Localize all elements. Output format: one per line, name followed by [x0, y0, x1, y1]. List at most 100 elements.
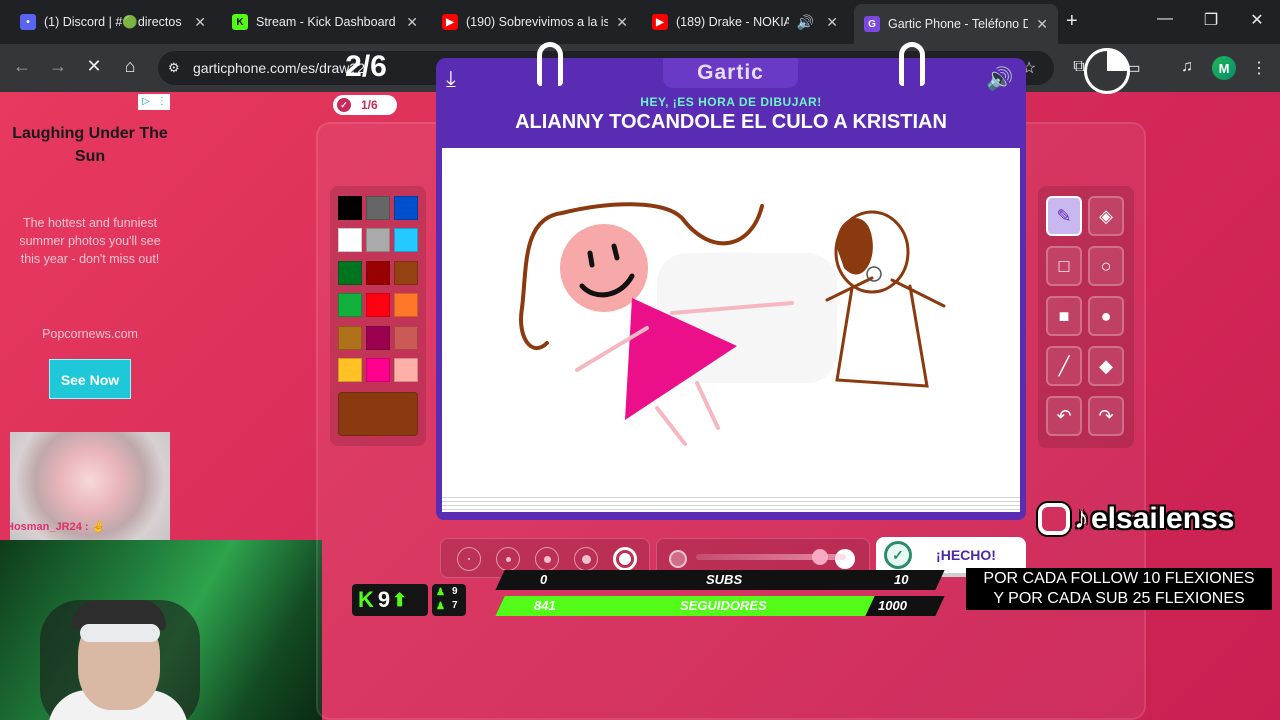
- download-icon[interactable]: ⤓: [446, 66, 472, 92]
- drawing-canvas[interactable]: [442, 148, 1020, 494]
- restore-icon[interactable]: ❐: [1196, 10, 1226, 30]
- color-swatch[interactable]: [366, 196, 390, 220]
- menu-kebab-icon[interactable]: ⋮: [1248, 58, 1270, 78]
- tab-kick-dashboard[interactable]: K Stream - Kick Dashboard ✕: [222, 6, 428, 38]
- new-tab-icon[interactable]: +: [1066, 10, 1078, 33]
- brush-size-4[interactable]: [574, 547, 598, 571]
- pushup-rules-overlay: POR CADA FOLLOW 10 FLEXIONES Y POR CADA …: [966, 568, 1272, 610]
- tab-youtube-2[interactable]: ▶ (189) Drake - NOKIA ( 🔊 ✕: [642, 6, 848, 38]
- tab-title: (1) Discord | #🟢directos: [44, 14, 182, 29]
- fill-bucket-icon[interactable]: ◆: [1088, 346, 1124, 386]
- profile-avatar[interactable]: M: [1212, 56, 1236, 80]
- filled-rectangle-icon[interactable]: ■: [1046, 296, 1082, 336]
- color-swatch[interactable]: [394, 358, 418, 382]
- color-swatch[interactable]: [394, 196, 418, 220]
- color-swatch[interactable]: [338, 326, 362, 350]
- color-swatch[interactable]: [338, 261, 362, 285]
- line-icon[interactable]: ╱: [1046, 346, 1082, 386]
- pencil-icon[interactable]: ✎: [1046, 196, 1082, 236]
- close-icon[interactable]: ✕: [194, 14, 206, 31]
- close-icon[interactable]: ✕: [616, 14, 628, 31]
- subs-start: 0: [540, 572, 548, 587]
- close-icon[interactable]: ✕: [406, 14, 418, 31]
- color-swatch[interactable]: [338, 228, 362, 252]
- brush-size-3[interactable]: [535, 547, 559, 571]
- media-controls-icon[interactable]: ♫: [1176, 58, 1198, 76]
- ad-see-now-button[interactable]: See Now: [49, 359, 131, 399]
- social-handle: elsailenss: [1091, 502, 1235, 535]
- home-icon[interactable]: ⌂: [118, 56, 142, 77]
- subs-label: SUBS: [706, 572, 743, 587]
- brush-size-2[interactable]: [496, 547, 520, 571]
- redo-icon[interactable]: ↷: [1088, 396, 1124, 436]
- tab-gartic-phone[interactable]: G Gartic Phone - Teléfono D ✕: [854, 4, 1058, 44]
- subs-goal: 10: [894, 572, 909, 587]
- color-swatch[interactable]: [394, 261, 418, 285]
- speaker-icon[interactable]: 🔊: [797, 14, 814, 31]
- tab-discord[interactable]: • (1) Discord | #🟢directos ✕: [10, 6, 216, 38]
- minimize-icon[interactable]: —: [1150, 10, 1180, 28]
- back-icon[interactable]: ←: [10, 56, 34, 77]
- opacity-min-icon: [669, 550, 687, 568]
- color-swatch[interactable]: [366, 293, 390, 317]
- check-icon: ✓: [884, 541, 912, 569]
- color-swatch[interactable]: [366, 326, 390, 350]
- sidebar-ad[interactable]: ▷ ⋮ Laughing Under The Sun The hottest a…: [10, 92, 170, 432]
- chat-handle: Hosman_JR24 : ✌: [6, 521, 106, 533]
- tab-bar: • (1) Discord | #🟢directos ✕ K Stream - …: [0, 0, 1280, 44]
- forward-icon[interactable]: →: [46, 56, 70, 77]
- color-swatch[interactable]: [338, 196, 362, 220]
- brush-size-5[interactable]: [613, 547, 637, 571]
- color-swatch[interactable]: [394, 326, 418, 350]
- ellipse-icon[interactable]: ○: [1088, 246, 1124, 286]
- close-icon[interactable]: ✕: [826, 14, 838, 31]
- rule-sub: Y POR CADA SUB 25 FLEXIONES: [993, 590, 1245, 607]
- check-icon: ✓: [337, 98, 351, 112]
- tiktok-icon: ♪: [1074, 502, 1089, 535]
- eraser-icon[interactable]: ◈: [1088, 196, 1124, 236]
- opacity-slider[interactable]: [696, 549, 846, 565]
- color-swatch[interactable]: [394, 228, 418, 252]
- color-swatch[interactable]: [366, 358, 390, 382]
- youtube-icon: ▶: [652, 14, 668, 30]
- close-icon[interactable]: ✕: [1036, 16, 1048, 33]
- kick-follower-widget: K 9 ⬆: [352, 584, 428, 616]
- arrow-up-icon: ⬆: [392, 589, 408, 610]
- color-swatch[interactable]: [338, 293, 362, 317]
- binder-ring-left: [537, 42, 563, 86]
- volume-icon[interactable]: 🔊: [986, 66, 1016, 92]
- color-swatch[interactable]: [366, 261, 390, 285]
- undo-icon[interactable]: ↶: [1046, 396, 1082, 436]
- kick-icon: K: [232, 14, 248, 30]
- boy-hair: [836, 218, 873, 275]
- ad-source[interactable]: Popcornews.com: [10, 327, 170, 341]
- mini-stat-bottom: 7: [452, 600, 458, 611]
- timer-icon: [1084, 48, 1130, 94]
- ad-title[interactable]: Laughing Under The Sun: [10, 122, 170, 168]
- binder-ring-right: [899, 42, 925, 86]
- rectangle-icon[interactable]: □: [1046, 246, 1082, 286]
- filled-ellipse-icon[interactable]: ●: [1088, 296, 1124, 336]
- tab-title: Gartic Phone - Teléfono D: [888, 17, 1029, 31]
- players-done-badge: ✓ 1/6: [333, 95, 397, 115]
- rule-follow: POR CADA FOLLOW 10 FLEXIONES: [983, 570, 1255, 587]
- color-palette: [330, 186, 426, 446]
- girl-face: [560, 224, 648, 312]
- person-icon: ♟: [436, 601, 445, 612]
- opacity-slider-thumb[interactable]: [812, 549, 828, 565]
- current-color-swatch[interactable]: [338, 392, 418, 436]
- kick-count: 9: [377, 587, 391, 612]
- stop-loading-icon[interactable]: ✕: [82, 56, 106, 77]
- tab-title: (189) Drake - NOKIA (: [676, 15, 789, 29]
- prompt-text: ALIANNY TOCANDOLE EL CULO A KRISTIAN: [515, 111, 947, 133]
- prompt-label: HEY, ¡ES HORA DE DIBUJAR!: [640, 95, 822, 109]
- ad-choices-icon[interactable]: ▷ ⋮: [138, 94, 170, 110]
- color-swatch[interactable]: [394, 293, 418, 317]
- brush-size-1[interactable]: [457, 547, 481, 571]
- color-swatch[interactable]: [366, 228, 390, 252]
- color-swatch[interactable]: [338, 358, 362, 382]
- tab-youtube-1[interactable]: ▶ (190) Sobrevivimos a la isl ✕: [432, 6, 638, 38]
- window-close-icon[interactable]: ✕: [1242, 10, 1272, 30]
- tab-title: (190) Sobrevivimos a la isl: [466, 15, 609, 29]
- site-info-icon[interactable]: ⚙: [168, 60, 180, 76]
